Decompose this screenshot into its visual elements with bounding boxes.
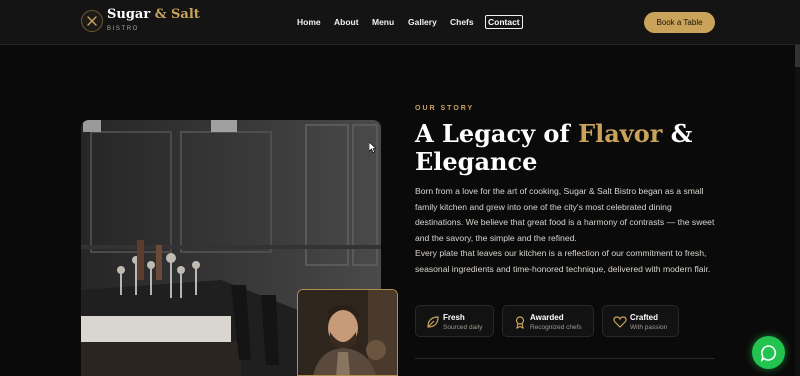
nav-link-chefs[interactable]: Chefs (450, 17, 474, 27)
section-eyebrow: OUR STORY (415, 105, 475, 112)
book-table-button[interactable]: Book a Table (644, 12, 715, 33)
scrollbar-thumb[interactable] (795, 45, 800, 67)
nav-link-contact[interactable]: Contact (485, 15, 523, 29)
nav-link-gallery[interactable]: Gallery (408, 17, 437, 27)
page-title: A Legacy of Flavor & Elegance (415, 120, 715, 176)
brand-name-part1: Sugar (107, 7, 151, 22)
feature-card-crafted: Crafted With passion (602, 305, 679, 337)
story-paragraph-1: Born from a love for the art of cooking,… (415, 186, 715, 243)
brand-ampersand: & (154, 7, 167, 22)
feature-card-fresh: Fresh Sourced daily (415, 305, 494, 337)
mouse-cursor-icon (369, 142, 377, 153)
logo-icon[interactable] (81, 10, 103, 32)
feature-title: Fresh (443, 313, 465, 322)
feature-card-awarded: Awarded Recognized chefs (502, 305, 594, 337)
brand-name[interactable]: Sugar & Salt (107, 7, 200, 22)
title-part1: A Legacy of (415, 119, 570, 148)
brand-name-part2: Salt (171, 7, 200, 22)
scrollbar-track[interactable] (795, 45, 800, 376)
feature-subtitle: With passion (630, 324, 668, 331)
chat-button[interactable] (752, 336, 785, 369)
leaf-icon (427, 316, 439, 328)
nav-link-menu[interactable]: Menu (372, 17, 394, 27)
feature-title: Crafted (630, 313, 659, 322)
top-navbar: Sugar & Salt BISTRO Home About Menu Gall… (0, 0, 800, 45)
story-paragraph-2: Every plate that leaves our kitchen is a… (415, 248, 711, 274)
title-highlight: Flavor (578, 119, 663, 148)
brand-subtitle: BISTRO (107, 26, 139, 32)
feature-subtitle: Sourced daily (443, 324, 483, 331)
chef-photo (297, 289, 398, 376)
feature-title: Awarded (530, 313, 564, 322)
chat-icon (760, 344, 776, 362)
feature-subtitle: Recognized chefs (530, 324, 582, 331)
nav-link-about[interactable]: About (334, 17, 359, 27)
section-divider (415, 358, 715, 359)
nav-link-home[interactable]: Home (297, 17, 321, 27)
award-icon (515, 316, 525, 329)
heart-icon (613, 316, 627, 328)
